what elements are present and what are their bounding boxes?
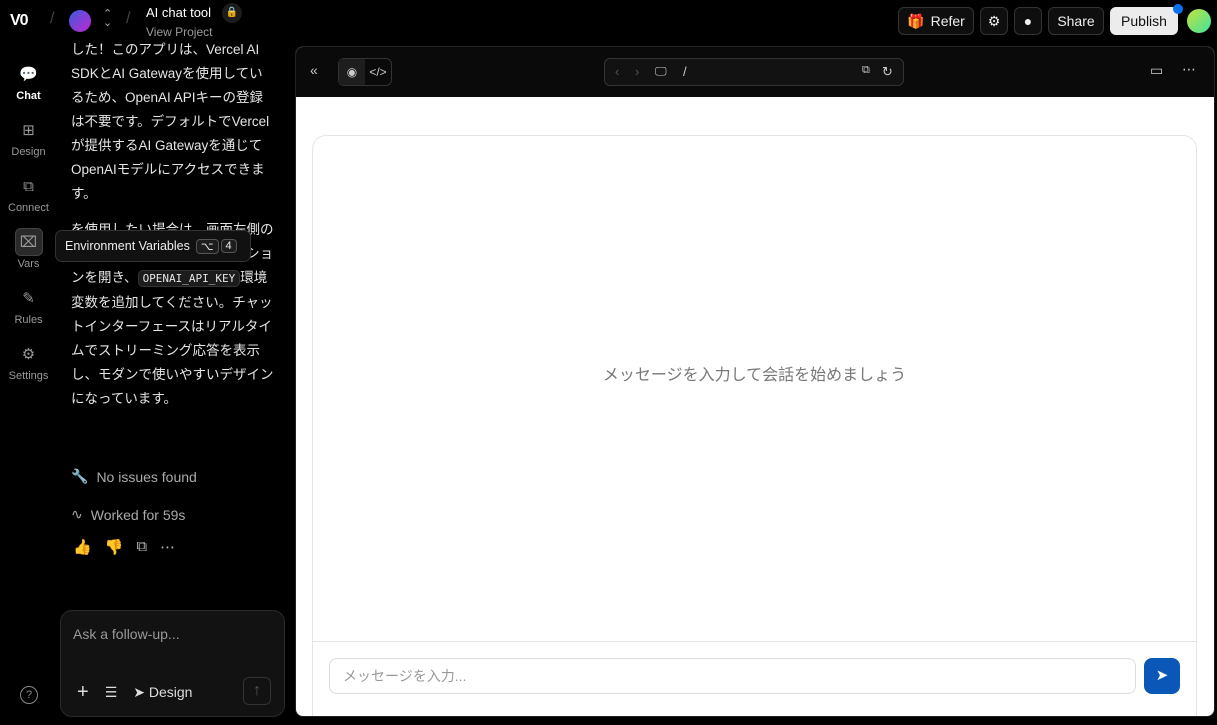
notification-dot [1173,4,1183,14]
code-icon[interactable]: </> [365,59,391,85]
shortcut-key: ⌥ [195,238,219,254]
chat-icon: 💬 [19,66,38,83]
team-avatar[interactable] [69,10,91,32]
chevron-updown-icon[interactable]: ⌃ ⌄ [103,9,112,29]
preview-panel: « ◉ </> ‹ › 🖵 / ⧉ ↻ ▭ ⋯ メッセージを入力して会話を始めまし… [295,46,1215,717]
top-bar: V0 / ⌃ ⌄ / AI chat tool 🔒 View Project 🎁 R… [0,0,1217,42]
separator: / [50,10,55,27]
thumbs-up-icon[interactable]: 👍 [73,538,92,556]
eye-icon[interactable]: ◉ [339,59,365,85]
empty-state: メッセージを入力して会話を始めましょう [602,367,907,384]
more-icon[interactable]: ⋯ [160,538,175,556]
gear-icon: ⚙ [21,346,36,363]
view-project-link[interactable]: View Project [146,25,212,39]
send-button[interactable]: ➤ [1144,658,1180,694]
sidebar-label: Connect [8,202,49,214]
message-paragraph: した！このアプリは、Vercel AI SDKとAI Gatewayを使用してい… [71,42,270,201]
connect-icon: ⧉ [23,177,34,195]
tooltip: Environment Variables ⌥ 4 [55,230,251,262]
thumbs-down-icon[interactable]: 👎 [105,538,124,556]
preview-toolbar: « ◉ </> ‹ › 🖵 / ⧉ ↻ ▭ ⋯ [296,47,1214,97]
activity-icon: ∿ [71,506,83,522]
vars-icon: ⌧ [14,228,43,256]
worked-label: Worked for 59s [90,506,186,523]
sidebar-item-design[interactable]: ⊞ Design [0,106,57,162]
issues-status[interactable]: 🔧 No issues found [71,468,197,485]
sidebar-label: Chat [16,90,41,102]
message-input[interactable]: メッセージを入力... [329,658,1136,694]
url-bar[interactable]: ‹ › 🖵 / ⧉ ↻ [604,58,904,86]
settings-button[interactable]: ⚙ [980,7,1008,35]
share-button[interactable]: Share [1048,7,1104,35]
collapse-icon[interactable]: « [310,62,318,78]
shortcut-key: 4 [220,239,237,253]
send-button[interactable]: ↑ [243,677,271,705]
sidebar-label: Rules [14,314,43,326]
chat-card: メッセージを入力して会話を始めましょう メッセージを入力... ➤ [312,135,1197,716]
sidebar-rail: 💬 Chat ⊞ Design ⧉ Connect ⌧ Vars ✎ Rules ⚙ Set… [0,50,57,386]
sliders-icon[interactable]: ☰ [105,684,118,701]
external-link-icon[interactable]: ⧉ [862,64,870,77]
v0-logo[interactable]: V0 [10,12,29,30]
follow-up-input[interactable]: Ask a follow-up... [73,626,180,642]
sidebar-item-rules[interactable]: ✎ Rules [0,274,57,330]
forward-icon[interactable]: › [635,64,639,79]
divider [313,641,1196,642]
message-text: 環境変数を追加してください。チャットインターフェースはリアルタイムでストリーミン… [71,270,274,406]
more-icon[interactable]: ⋯ [1182,61,1196,78]
tooltip-label: Environment Variables [65,239,190,253]
refresh-icon[interactable]: ↻ [882,64,893,80]
sidebar-label: Design [11,146,46,158]
copy-icon[interactable]: ⧉ [136,538,147,556]
sidebar-label: Settings [8,370,49,382]
gear-icon: ⚙ [987,12,1001,29]
separator: / [126,10,131,27]
sidebar-item-vars[interactable]: ⌧ Vars [0,218,57,274]
design-label: Design [148,684,193,700]
follow-up-composer[interactable]: Ask a follow-up... + ☰ ➤ Design ↑ [60,610,285,717]
back-icon[interactable]: ‹ [615,64,619,79]
refer-button[interactable]: 🎁 Refer [898,7,974,35]
message-actions: 👍 👎 ⧉ ⋯ [73,538,175,556]
layout-icon[interactable]: ▭ [1150,62,1163,79]
issues-label: No issues found [96,468,197,485]
design-mode-button[interactable]: ➤ Design [133,684,192,701]
view-toggle: ◉ </> [338,58,392,86]
sidebar-label: Vars [17,258,40,270]
project-title[interactable]: AI chat tool [146,5,211,20]
github-button[interactable]: ● [1014,7,1042,35]
code-inline: OPENAI_API_KEY [137,270,241,287]
sidebar-item-chat[interactable]: 💬 Chat [0,50,57,106]
desktop-icon[interactable]: 🖵 [655,64,667,79]
github-icon: ● [1023,13,1033,29]
url-path[interactable]: / [683,64,687,79]
sidebar-item-settings[interactable]: ⚙ Settings [0,330,57,386]
user-avatar[interactable] [1187,9,1211,33]
plus-icon[interactable]: + [77,681,89,704]
wrench-icon: 🔧 [71,468,89,484]
send-icon: ➤ [1155,667,1169,684]
lock-icon: 🔒 [222,3,242,23]
refer-label: Refer [930,13,965,29]
gift-icon: 🎁 [907,12,925,29]
rules-icon: ✎ [22,290,35,307]
sidebar-item-connect[interactable]: ⧉ Connect [0,162,57,218]
help-icon[interactable]: ? [20,686,38,704]
worked-status[interactable]: ∿ Worked for 59s [71,506,185,523]
publish-button[interactable]: Publish [1110,7,1178,35]
design-icon: ⊞ [22,122,35,139]
